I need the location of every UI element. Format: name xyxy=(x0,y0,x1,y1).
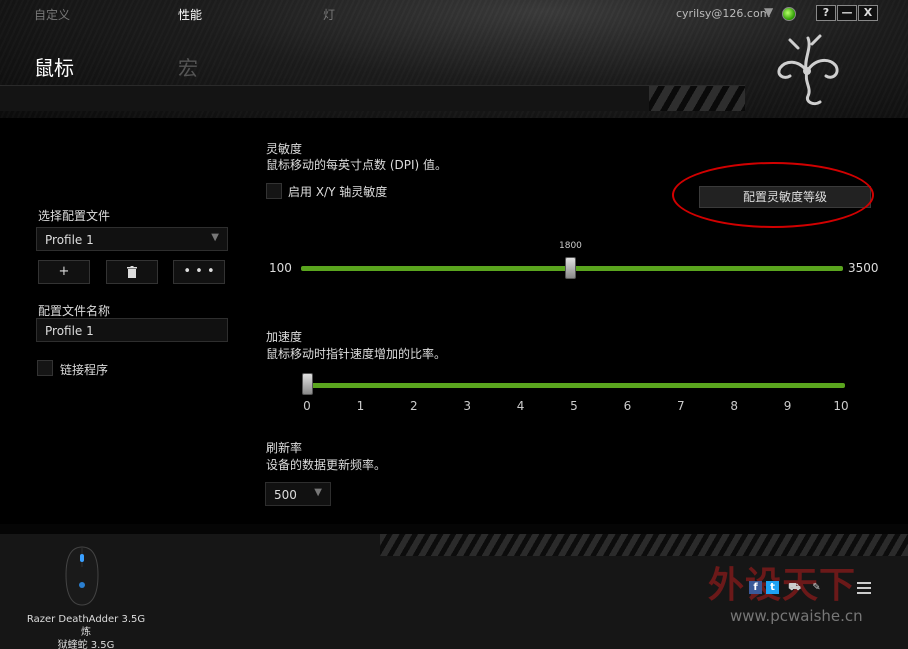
more-options-button[interactable]: • • • xyxy=(173,260,225,284)
device-name-line1: Razer DeathAdder 3.5G 炼 xyxy=(26,614,146,638)
acceleration-tick-label: 4 xyxy=(516,399,525,413)
sensitivity-slider-thumb[interactable] xyxy=(565,257,576,279)
sensitivity-title: 灵敏度 xyxy=(266,142,303,156)
watermark-logo: 外设天下 xyxy=(708,565,857,606)
decorative-stripes xyxy=(649,86,745,111)
profile-select[interactable]: Profile 1 ▼ xyxy=(36,227,228,251)
link-program-label: 链接程序 xyxy=(60,363,109,377)
footer-divider xyxy=(0,524,908,534)
close-button[interactable]: X xyxy=(858,5,878,21)
polling-rate-select[interactable]: 500 ▼ xyxy=(265,482,331,506)
chevron-down-icon: ▼ xyxy=(211,232,219,243)
configure-sensitivity-stages-button[interactable]: 配置灵敏度等级 xyxy=(699,186,871,208)
polling-rate-title: 刷新率 xyxy=(266,441,303,455)
tab-macro[interactable]: 宏 xyxy=(178,52,198,81)
account-dropdown-icon[interactable]: ▼ xyxy=(764,5,773,19)
facebook-icon[interactable]: f xyxy=(749,581,762,594)
trash-icon xyxy=(127,266,137,278)
acceleration-tick-label: 5 xyxy=(570,399,578,413)
acceleration-title: 加速度 xyxy=(266,330,303,344)
razer-synapse-window: cyrilsy@126.com ▼ ? — X 鼠标 宏 自定义 性能 灯 选择… xyxy=(0,0,908,649)
select-profile-label: 选择配置文件 xyxy=(38,209,111,223)
help-button[interactable]: ? xyxy=(816,5,836,21)
profile-name-field[interactable]: Profile 1 xyxy=(36,318,228,342)
device-name-line2: 狱蝰蛇 3.5G xyxy=(57,640,115,649)
acceleration-tick-label: 6 xyxy=(623,399,632,413)
acceleration-tick-label: 0 xyxy=(303,399,311,413)
profile-name-value: Profile 1 xyxy=(45,324,94,338)
decorative-stripes xyxy=(380,534,908,556)
polling-rate-value: 500 xyxy=(274,488,297,502)
chevron-down-icon: ▼ xyxy=(314,487,322,498)
subtab-customize[interactable]: 自定义 xyxy=(34,6,70,23)
acceleration-tick-label: 2 xyxy=(409,399,418,413)
profile-select-value: Profile 1 xyxy=(45,233,94,247)
tools-icon[interactable]: ✎ xyxy=(810,581,823,594)
xy-sensitivity-label: 启用 X/Y 轴灵敏度 xyxy=(288,185,388,199)
user-email[interactable]: cyrilsy@126.com xyxy=(676,7,770,20)
device-name: Razer DeathAdder 3.5G 炼 狱蝰蛇 3.5G xyxy=(26,613,146,649)
online-status-icon xyxy=(782,7,796,21)
acceleration-tick-label: 10 xyxy=(833,399,849,413)
mouse-device-icon[interactable] xyxy=(60,545,104,607)
sensitivity-desc: 鼠标移动的每英寸点数 (DPI) 值。 xyxy=(266,158,448,172)
polling-rate-desc: 设备的数据更新频率。 xyxy=(266,458,387,472)
acceleration-tick-label: 3 xyxy=(463,399,471,413)
xy-sensitivity-checkbox[interactable] xyxy=(266,183,282,199)
sensitivity-min: 100 xyxy=(269,261,292,275)
minimize-button[interactable]: — xyxy=(837,5,857,21)
acceleration-tick-label: 8 xyxy=(730,399,738,413)
menu-icon[interactable] xyxy=(857,582,871,596)
subtab-lighting[interactable]: 灯 xyxy=(323,6,335,23)
profile-name-label: 配置文件名称 xyxy=(38,304,111,318)
cart-icon[interactable]: ⛟ xyxy=(788,581,801,594)
acceleration-tick-label: 9 xyxy=(783,399,792,413)
razer-logo-icon xyxy=(777,34,839,106)
link-program-checkbox[interactable] xyxy=(37,360,53,376)
tab-mouse[interactable]: 鼠标 xyxy=(34,52,74,81)
acceleration-desc: 鼠标移动时指针速度增加的比率。 xyxy=(266,347,447,361)
watermark-url: www.pcwaishe.cn xyxy=(730,607,863,625)
add-profile-button[interactable]: + xyxy=(38,260,90,284)
sensitivity-max: 3500 xyxy=(848,261,879,275)
sensitivity-value: 1800 xyxy=(559,241,582,251)
acceleration-slider-thumb[interactable] xyxy=(302,373,313,395)
twitter-icon[interactable]: t xyxy=(766,581,779,594)
subtab-performance[interactable]: 性能 xyxy=(178,6,202,23)
acceleration-tick-label: 1 xyxy=(356,399,365,413)
delete-profile-button[interactable] xyxy=(106,260,158,284)
acceleration-slider-track[interactable] xyxy=(306,383,845,388)
acceleration-tick-label: 7 xyxy=(676,399,685,413)
sub-navigation xyxy=(0,85,745,111)
